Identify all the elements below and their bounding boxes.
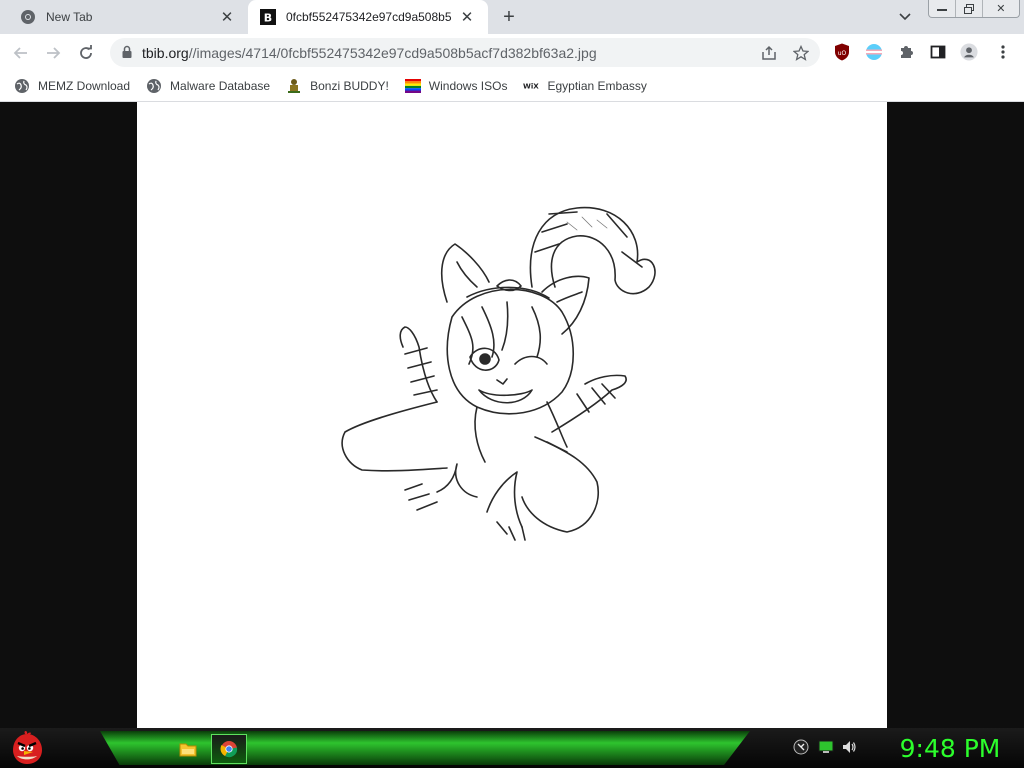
restore-icon[interactable] bbox=[956, 0, 983, 17]
image-viewport bbox=[0, 102, 1024, 728]
address-bar[interactable]: tbib.org//images/4714/0fcbf552475342e97c… bbox=[110, 38, 820, 67]
bookmark-label: Windows ISOs bbox=[428, 79, 508, 93]
tab-image[interactable]: B 0fcbf552475342e97cd9a508b5acf7d382bf63… bbox=[248, 0, 488, 34]
tab-title: 0fcbf552475342e97cd9a508b5acf7d382bf63a2… bbox=[286, 10, 452, 24]
file-explorer-icon[interactable] bbox=[170, 734, 206, 764]
ublock-icon[interactable]: uO bbox=[833, 43, 851, 61]
chrome-icon bbox=[20, 9, 36, 25]
toolbar: tbib.org//images/4714/0fcbf552475342e97c… bbox=[0, 34, 1024, 71]
bookmark-label: MEMZ Download bbox=[38, 79, 131, 93]
taskbar-clock[interactable]: 9:48 PM bbox=[880, 732, 1020, 764]
lock-icon[interactable] bbox=[120, 45, 134, 59]
tab-strip: New Tab ✕ B 0fcbf552475342e97cd9a508b5ac… bbox=[0, 0, 1024, 34]
tab-new-tab[interactable]: New Tab ✕ bbox=[8, 0, 248, 34]
globe-icon bbox=[146, 78, 162, 94]
bonzi-icon bbox=[286, 78, 302, 94]
taskbar: 9:48 PM bbox=[0, 728, 1024, 768]
tbib-icon: B bbox=[260, 9, 276, 25]
bookmark-label: Malware Database bbox=[170, 79, 271, 93]
globe-icon bbox=[14, 78, 30, 94]
viewed-image[interactable] bbox=[137, 102, 887, 728]
chrome-taskbar-icon[interactable] bbox=[211, 734, 247, 764]
close-tab-icon[interactable]: ✕ bbox=[218, 8, 236, 26]
forward-icon[interactable] bbox=[42, 42, 64, 64]
angry-bird-start-icon[interactable] bbox=[6, 728, 48, 768]
url-path: //images/4714/0fcbf552475342e97cd9a508b5… bbox=[188, 45, 597, 61]
extensions-puzzle-icon[interactable] bbox=[897, 43, 915, 61]
menu-kebab-icon[interactable] bbox=[994, 43, 1012, 61]
bookmark-egyptian-embassy[interactable]: WiX Egyptian Embassy bbox=[523, 78, 646, 94]
back-icon[interactable] bbox=[10, 42, 32, 64]
bookmark-memz-download[interactable]: MEMZ Download bbox=[14, 78, 130, 94]
svg-text:uO: uO bbox=[838, 50, 847, 57]
minimize-icon[interactable] bbox=[929, 0, 956, 17]
bookmark-label: Bonzi BUDDY! bbox=[310, 79, 389, 93]
svg-text:B: B bbox=[264, 12, 272, 25]
profile-icon[interactable] bbox=[960, 43, 978, 61]
volume-icon[interactable] bbox=[840, 738, 858, 756]
character-sketch bbox=[341, 206, 656, 541]
wix-icon: WiX bbox=[523, 78, 539, 94]
svg-text:WiX: WiX bbox=[523, 82, 539, 91]
bookmark-label: Egyptian Embassy bbox=[547, 79, 647, 93]
url-text: tbib.org//images/4714/0fcbf552475342e97c… bbox=[142, 45, 597, 61]
bookmarks-bar: MEMZ Download Malware Database Bonzi BUD… bbox=[0, 71, 1024, 102]
tab-title: New Tab bbox=[46, 10, 93, 24]
share-icon[interactable] bbox=[761, 45, 777, 61]
tab-search-chevron-icon[interactable] bbox=[896, 8, 914, 26]
new-tab-button[interactable]: + bbox=[498, 6, 520, 28]
reload-icon[interactable] bbox=[75, 42, 97, 64]
rainbow-flag-icon bbox=[404, 78, 421, 94]
url-host: tbib.org bbox=[142, 45, 189, 61]
close-tab-icon[interactable]: ✕ bbox=[458, 8, 476, 26]
close-icon[interactable]: ✕ bbox=[983, 0, 1019, 17]
window-controls: ✕ bbox=[928, 0, 1020, 18]
network-icon[interactable] bbox=[792, 738, 810, 756]
bookmark-bonzi-buddy[interactable]: Bonzi BUDDY! bbox=[286, 78, 389, 94]
bookmark-windows-isos[interactable]: Windows ISOs bbox=[404, 78, 508, 94]
side-panel-icon[interactable] bbox=[929, 43, 947, 61]
bookmark-malware-database[interactable]: Malware Database bbox=[146, 78, 270, 94]
star-icon[interactable] bbox=[793, 45, 809, 61]
battery-icon[interactable] bbox=[817, 738, 835, 756]
flag-extension-icon[interactable] bbox=[865, 43, 883, 61]
